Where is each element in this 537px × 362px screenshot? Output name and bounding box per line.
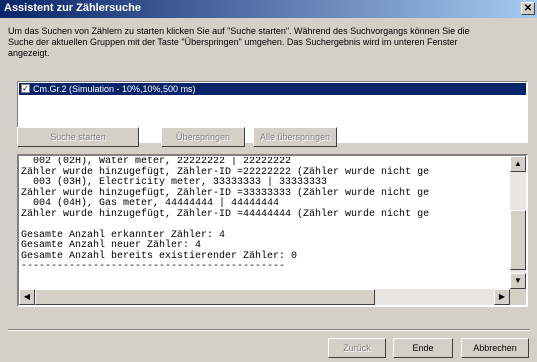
log-line: Zähler wurde hinzugefügt, Zähler-ID =444… (21, 208, 430, 220)
scroll-left-button[interactable]: ◀ (19, 289, 35, 305)
vertical-scroll-thumb[interactable] (510, 210, 526, 270)
log-line: 004 (04H), Gas meter, 44444444 | 4444444… (21, 198, 280, 209)
scroll-down-button[interactable]: ▼ (510, 273, 526, 289)
wizard-window: Assistent zur Zählersuche ✕ Um das Suche… (0, 0, 537, 362)
finish-button[interactable]: Ende (393, 338, 453, 358)
cancel-label: Abbrechen (473, 343, 517, 353)
group-label: Cm.Gr.2 (Simulation - 10%,10%,500 ms) (33, 84, 196, 94)
log-line: 002 (02H), Water meter, 22222222 | 22222… (21, 157, 292, 167)
close-button[interactable]: ✕ (521, 2, 535, 15)
log-line: Gesamte Anzahl neuer Zähler: 4 (21, 240, 202, 251)
title-bar[interactable]: Assistent zur Zählersuche ✕ (0, 0, 537, 18)
check-icon: ✓ (22, 84, 29, 93)
scroll-right-button[interactable]: ▶ (494, 289, 510, 305)
group-checkbox[interactable]: ✓ (21, 84, 30, 93)
instructions-text: Um das Suchen von Zählern zu starten kli… (8, 26, 470, 58)
arrow-up-icon: ▲ (514, 159, 522, 168)
back-label: Zurück (343, 343, 371, 353)
skip-all-button[interactable]: Alle überspringen (253, 127, 337, 147)
back-button[interactable]: Zurück (328, 338, 386, 358)
window-title: Assistent zur Zählersuche (4, 2, 141, 14)
log-text: 002 (02H), Water meter, 22222222 | 22222… (21, 157, 511, 293)
arrow-down-icon: ▼ (514, 276, 522, 285)
close-icon: ✕ (523, 3, 533, 14)
cancel-button[interactable]: Abbrechen (461, 338, 529, 358)
skip-button[interactable]: Überspringen (161, 127, 245, 147)
skip-all-label: Alle überspringen (259, 132, 331, 142)
scroll-up-button[interactable]: ▲ (510, 156, 526, 172)
start-search-button[interactable]: Suche starten (17, 127, 139, 147)
arrow-left-icon: ◀ (23, 292, 31, 301)
arrow-right-icon: ▶ (498, 292, 506, 301)
skip-label: Überspringen (175, 132, 231, 142)
scroll-corner (510, 289, 526, 305)
log-line: 003 (03H), Electricity meter, 33333333 |… (21, 177, 328, 188)
horizontal-scroll-thumb[interactable] (35, 289, 375, 305)
separator (8, 329, 529, 331)
finish-label: Ende (412, 343, 434, 353)
search-result-log[interactable]: 002 (02H), Water meter, 22222222 | 22222… (17, 154, 528, 307)
start-search-label: Suche starten (50, 132, 106, 142)
horizontal-scrollbar[interactable]: ◀ ▶ (19, 289, 510, 305)
group-row[interactable]: ✓ Cm.Gr.2 (Simulation - 10%,10%,500 ms) (19, 83, 526, 95)
vertical-scrollbar[interactable]: ▲ ▼ (510, 156, 526, 289)
log-line: ----------------------------------------… (21, 261, 286, 272)
